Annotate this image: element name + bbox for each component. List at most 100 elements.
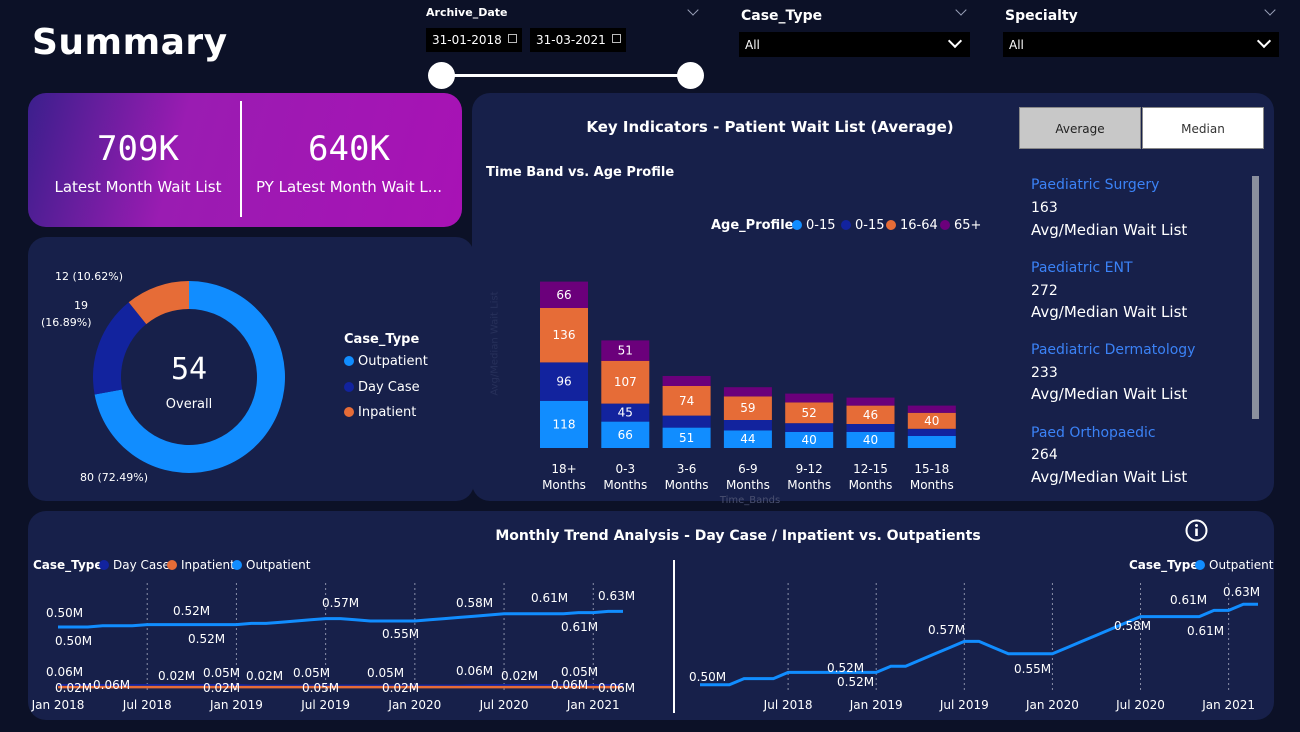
bar-data-label: 74	[679, 394, 694, 408]
trend-data-label: 0.50M	[55, 634, 92, 648]
trend-data-label: 0.06M	[551, 678, 588, 692]
bar-data-label: 118	[553, 417, 576, 431]
archive-date-label: Archive_Date	[426, 6, 508, 19]
x-tick-label: Jul 2020	[1115, 698, 1165, 712]
x-tick-label: Months	[726, 478, 770, 492]
chevron-down-icon[interactable]	[687, 4, 699, 16]
donut-slice-day-case[interactable]	[93, 302, 147, 395]
legend-item-age[interactable]: 16-64	[886, 218, 938, 233]
x-tick-label: Jul 2020	[479, 698, 529, 712]
trend-data-label: 0.05M	[203, 666, 240, 680]
trend-data-label: 0.50M	[46, 606, 83, 620]
legend-item-age[interactable]: 0-15	[792, 218, 836, 233]
x-tick-label: Months	[665, 478, 709, 492]
bar-segment[interactable]	[662, 415, 711, 428]
bar-data-label: 46	[863, 408, 878, 422]
donut-center-label: Overall	[165, 397, 213, 412]
bar-segment[interactable]	[723, 420, 772, 431]
trend-title: Monthly Trend Analysis - Day Case / Inpa…	[495, 528, 981, 544]
bar-data-label: 66	[618, 428, 633, 442]
bar-segment[interactable]	[907, 428, 956, 436]
trend-data-label: 0.02M	[501, 669, 538, 683]
kpi-card: 709K Latest Month Wait List 640K PY Late…	[28, 93, 462, 227]
trend-legend-title: Case_Type	[33, 558, 103, 572]
x-tick-label: 12-15	[853, 462, 888, 476]
chevron-down-icon[interactable]	[955, 4, 967, 16]
trend-chart-left[interactable]: Jan 2018 Jul 2018 Jan 2019 Jul 2019 Jan 2020…	[28, 575, 668, 720]
legend-label: 16-64	[900, 218, 938, 233]
specialty-select[interactable]: All	[1003, 32, 1279, 57]
legend-item-daycase[interactable]: Day Case	[99, 558, 170, 572]
x-tick-label: Jan 2020	[1025, 698, 1079, 712]
x-tick-label: Jul 2019	[300, 698, 350, 712]
bar-segment[interactable]	[907, 405, 956, 413]
kpi-value: 640K	[308, 129, 390, 169]
trend-data-label: 0.61M	[531, 591, 568, 605]
bar-data-label: 96	[556, 375, 571, 389]
date-slider-track[interactable]	[441, 74, 691, 77]
kpi-label: Latest Month Wait List	[54, 178, 222, 196]
trend-data-label: 0.02M	[158, 669, 195, 683]
bar-segment[interactable]	[846, 397, 895, 406]
chevron-down-icon	[1256, 33, 1272, 49]
x-tick-label: 18+	[551, 462, 576, 476]
trend-line-outpatient[interactable]	[58, 609, 623, 629]
trend-chart-right[interactable]: Jul 2018 Jan 2019 Jul 2019 Jan 2020 Jul 2020…	[680, 575, 1274, 720]
specialty-name[interactable]: Paediatric ENT	[1031, 260, 1133, 276]
specialty-name[interactable]: Paediatric Surgery	[1031, 177, 1159, 193]
specialty-name[interactable]: Paed Orthopaedic	[1031, 425, 1156, 441]
bar-segment[interactable]	[662, 376, 711, 386]
calendar-icon[interactable]	[612, 34, 621, 43]
specialty-name[interactable]: Paediatric Dermatology	[1031, 342, 1195, 358]
legend-item-inpatient[interactable]: Inpatient	[344, 405, 416, 420]
legend-label: Outpatient	[246, 558, 311, 572]
bar-segment[interactable]	[785, 423, 834, 432]
bar-chart-title: Time Band vs. Age Profile	[486, 165, 675, 180]
legend-item-outpatient[interactable]: Outpatient	[1195, 558, 1273, 572]
x-tick-label: Jan 2019	[849, 698, 903, 712]
end-date-input[interactable]: 31-03-2021	[530, 28, 626, 52]
legend-item-outpatient[interactable]: Outpatient	[232, 558, 310, 572]
legend-item-inpatient[interactable]: Inpatient	[167, 558, 235, 572]
scrollbar[interactable]	[1252, 176, 1259, 419]
legend-item-daycase[interactable]: Day Case	[344, 380, 420, 395]
average-button[interactable]: Average	[1019, 107, 1141, 149]
trend-data-label: 0.06M	[93, 678, 130, 692]
bar-segment[interactable]	[785, 393, 834, 403]
start-date-value: 31-01-2018	[432, 33, 502, 47]
legend-item-outpatient[interactable]: Outpatient	[344, 354, 428, 369]
trend-data-label: 0.02M	[55, 681, 92, 695]
case-type-select[interactable]: All	[739, 32, 970, 57]
slider-end-handle[interactable]	[677, 62, 704, 89]
bar-segment[interactable]	[846, 424, 895, 432]
legend-item-age[interactable]: 0-15	[841, 218, 885, 233]
calendar-icon[interactable]	[508, 34, 517, 43]
bar-data-label: 40	[863, 433, 878, 447]
bar-chart[interactable]: 118 96 136 66 18+ Months 66 45 107 51 0-3 Months 51 7…	[520, 270, 990, 495]
specialty-value: 233	[1031, 365, 1058, 381]
slider-start-handle[interactable]	[428, 62, 455, 89]
donut-label-inpatient: 12 (10.62%)	[55, 270, 124, 283]
specialty-sub: Avg/Median Wait List	[1031, 303, 1188, 321]
x-tick-label: 6-9	[738, 462, 758, 476]
x-tick-label: 15-18	[914, 462, 949, 476]
median-button[interactable]: Median	[1142, 107, 1264, 149]
kpi-value: 709K	[97, 129, 179, 169]
specialty-value: All	[1009, 38, 1024, 52]
bar-segment[interactable]	[723, 387, 772, 397]
specialty-value: 163	[1031, 200, 1058, 216]
key-indicators-title: Key Indicators - Patient Wait List (Aver…	[586, 118, 954, 136]
info-icon[interactable]	[1185, 519, 1208, 542]
x-tick-label: Months	[787, 478, 831, 492]
x-tick-label: Jan 2021	[1201, 698, 1255, 712]
start-date-input[interactable]: 31-01-2018	[426, 28, 522, 52]
chevron-down-icon[interactable]	[1264, 4, 1276, 16]
kpi-label: PY Latest Month Wait L...	[255, 178, 443, 196]
legend-item-age[interactable]: 65+	[940, 218, 981, 233]
specialty-value: 272	[1031, 283, 1058, 299]
legend-label: 0-15	[806, 218, 836, 233]
trend-data-label: 0.02M	[246, 669, 283, 683]
trend-line-outpatient[interactable]	[700, 602, 1258, 687]
bar-segment[interactable]	[907, 436, 956, 448]
bar-data-label: 52	[802, 406, 817, 420]
